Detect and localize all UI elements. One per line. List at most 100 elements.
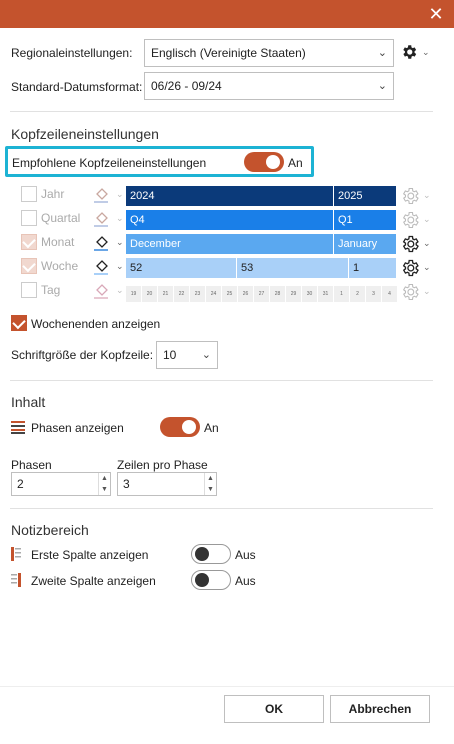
month-bar-december: December [126,234,333,254]
paint-bucket-icon[interactable] [92,257,112,277]
rows-per-phase-label: Zeilen pro Phase [117,458,208,472]
phases-state: An [204,421,219,435]
paint-bucket-icon[interactable] [92,281,112,301]
chevron-up-icon[interactable]: ▲ [204,473,216,484]
gear-icon[interactable] [400,186,420,206]
title-bar: ✕ [0,0,454,28]
regional-select[interactable]: Englisch (Vereinigte Staaten) ⌄ [144,39,394,67]
content-title: Inhalt [11,394,46,410]
date-format-label: Standard-Datumsformat: [11,80,143,94]
phases-label: Phasen anzeigen [31,421,124,435]
date-format-select[interactable]: 06/26 - 09/24 ⌄ [144,72,394,100]
gear-icon[interactable] [400,282,420,302]
quarter-checkbox[interactable] [21,210,37,226]
second-column-icon [11,573,21,587]
first-column-toggle[interactable] [191,544,231,564]
quarter-bar-q1: Q1 [334,210,396,230]
chevron-down-icon[interactable]: ⌄ [423,262,431,273]
regional-label: Regionaleinstellungen: [11,46,133,60]
row-label-quarter: Quartal [41,211,81,225]
recommended-toggle[interactable] [244,152,284,172]
row-label-month: Monat [41,235,75,249]
font-size-select[interactable]: 10 ⌄ [156,341,218,369]
day-cell: 4 [382,286,397,302]
day-cell: 20 [142,286,157,302]
ok-button[interactable]: OK [224,695,324,723]
week-bar-1: 1 [349,258,396,278]
gear-icon[interactable] [400,258,420,278]
day-cell: 28 [270,286,285,302]
paint-bucket-icon[interactable] [92,185,112,205]
gear-icon[interactable] [400,234,420,254]
chevron-down-icon[interactable]: ⌄ [423,238,431,249]
chevron-down-icon[interactable]: ▼ [98,484,110,495]
phases-icon [11,421,25,434]
gear-icon[interactable] [400,210,420,230]
font-size-label: Schriftgröße der Kopfzeile: [11,348,154,362]
phases-toggle[interactable] [160,417,200,437]
day-cell: 27 [254,286,269,302]
day-cell: 26 [238,286,253,302]
divider [10,380,433,381]
chevron-down-icon[interactable]: ⌄ [423,286,431,297]
row-label-week: Woche [41,259,79,273]
chevron-down-icon[interactable]: ⌄ [116,285,124,296]
day-cell: 2 [350,286,365,302]
first-column-label: Erste Spalte anzeigen [31,548,149,562]
paint-bucket-icon[interactable] [92,233,112,253]
quarter-bar-q4: Q4 [126,210,333,230]
chevron-down-icon[interactable]: ⌄ [116,213,124,224]
second-column-state: Aus [235,574,256,588]
day-checkbox[interactable] [21,282,37,298]
footer-divider [0,686,454,687]
day-cell: 22 [174,286,189,302]
gear-icon[interactable] [400,43,418,61]
chevron-down-icon[interactable]: ⌄ [116,261,124,272]
day-cell: 25 [222,286,237,302]
phases-field-label: Phasen [11,458,52,472]
rows-per-phase-value: 3 [123,477,130,491]
chevron-up-icon[interactable]: ▲ [98,473,110,484]
cancel-button[interactable]: Abbrechen [330,695,430,723]
chevron-down-icon: ⌄ [201,349,211,361]
phases-value: 2 [17,477,24,491]
divider [10,111,433,112]
weekends-label: Wochenenden anzeigen [31,317,161,331]
regional-value: Englisch (Vereinigte Staaten) [151,46,306,60]
second-column-label: Zweite Spalte anzeigen [31,574,156,588]
chevron-down-icon[interactable]: ⌄ [423,190,431,201]
weekends-checkbox[interactable] [11,315,27,331]
week-checkbox[interactable] [21,258,37,274]
phases-stepper[interactable]: 2 ▲ ▼ [11,472,111,496]
year-bar-2025: 2025 [334,186,396,206]
day-cell: 30 [302,286,317,302]
header-settings-title: Kopfzeileneinstellungen [11,126,159,142]
chevron-down-icon[interactable]: ▼ [204,484,216,495]
first-column-state: Aus [235,548,256,562]
chevron-down-icon[interactable]: ⌄ [422,47,430,58]
rows-per-phase-stepper[interactable]: 3 ▲ ▼ [117,472,217,496]
day-cell: 31 [318,286,333,302]
day-cell: 1 [334,286,349,302]
month-checkbox[interactable] [21,234,37,250]
day-cell: 21 [158,286,173,302]
chevron-down-icon[interactable]: ⌄ [423,214,431,225]
row-label-day: Tag [41,283,61,297]
day-cell: 23 [190,286,205,302]
paint-bucket-icon[interactable] [92,209,112,229]
notes-title: Notizbereich [11,522,89,538]
year-checkbox[interactable] [21,186,37,202]
chevron-down-icon[interactable]: ⌄ [116,189,124,200]
day-cell: 29 [286,286,301,302]
day-cell: 24 [206,286,221,302]
week-bar-52: 52 [126,258,236,278]
chevron-down-icon: ⌄ [377,47,387,59]
row-label-year: Jahr [41,187,65,201]
close-icon[interactable]: ✕ [426,4,446,24]
second-column-toggle[interactable] [191,570,231,590]
recommended-state: An [288,156,303,170]
day-cell: 3 [366,286,381,302]
week-bar-53: 53 [237,258,348,278]
chevron-down-icon[interactable]: ⌄ [116,237,124,248]
month-bar-january: January [334,234,396,254]
